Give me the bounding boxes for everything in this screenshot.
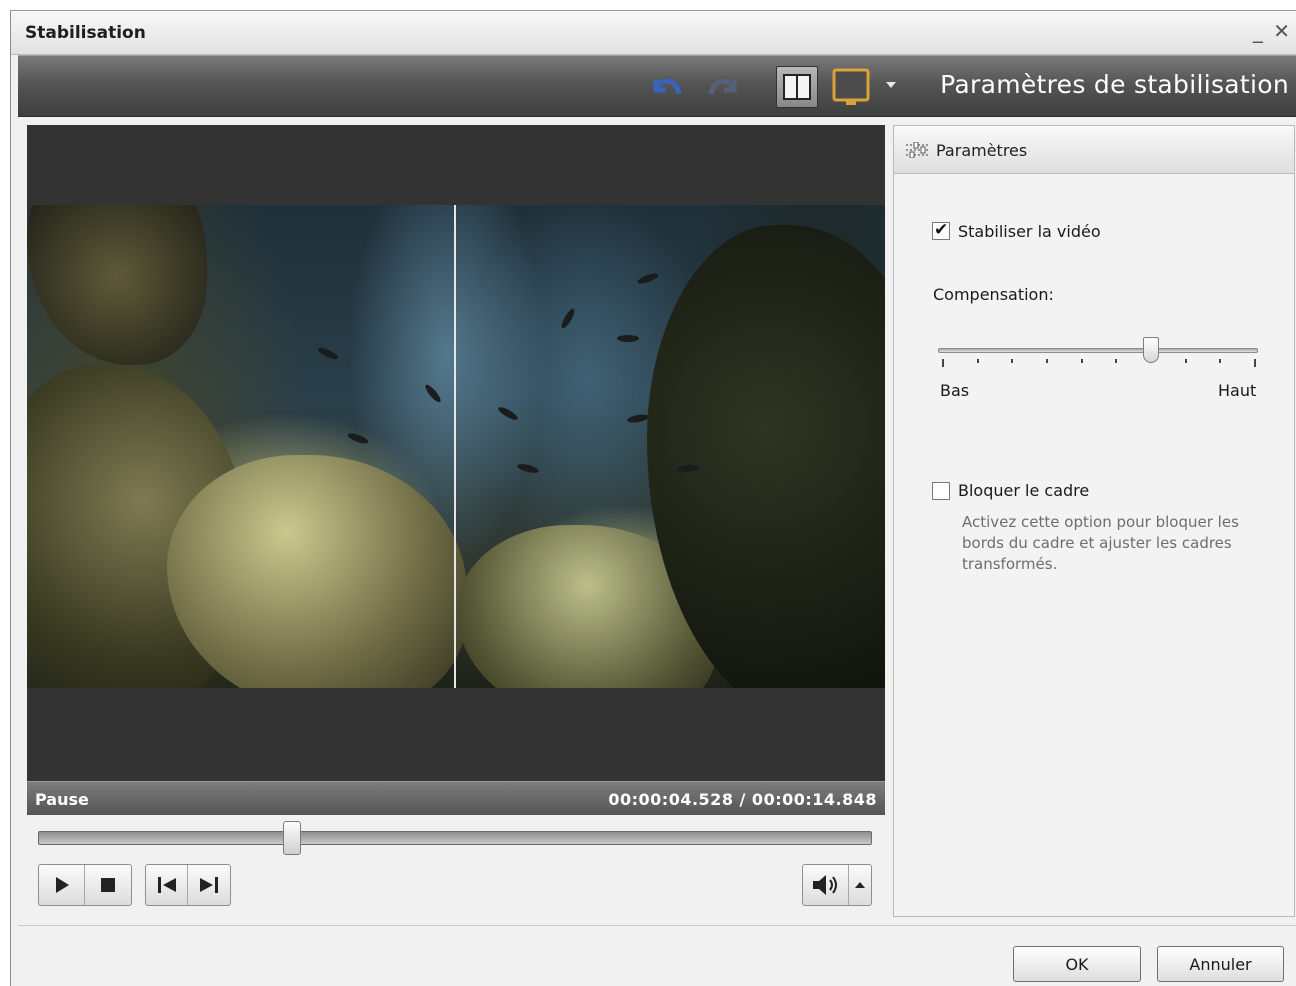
panel-header: Paramètres [894,126,1294,174]
monitor-button[interactable] [830,66,872,108]
stabilisation-dialog: Stabilisation _ ✕ Paramètres de stabilis… [10,10,1296,986]
footer-divider [18,925,1296,926]
sliders-icon [906,142,930,158]
stabilize-label: Stabiliser la vidéo [958,222,1101,241]
play-button[interactable] [39,865,85,905]
player-status-bar: Pause 00:00:04.528 / 00:00:14.848 [27,781,885,815]
toolbar-title: Paramètres de stabilisation [940,70,1289,99]
lock-frame-label: Bloquer le cadre [958,481,1090,500]
window-controls: _ ✕ [1253,19,1292,43]
compensation-tick [1011,359,1014,363]
playback-controls [38,864,132,906]
video-frame [27,205,885,688]
compensation-tick [1254,359,1256,367]
volume-button[interactable] [803,865,849,905]
frame-controls [145,864,231,906]
volume-icon [812,875,837,895]
panel-title: Paramètres [936,141,1028,160]
compensation-tick [942,359,944,367]
next-frame-button[interactable] [188,865,230,905]
checkmark-icon: ✔ [934,220,949,240]
chevron-down-icon[interactable] [886,82,896,88]
close-button[interactable]: ✕ [1273,19,1292,43]
volume-expand-button[interactable] [849,865,871,905]
volume-controls [802,864,872,906]
split-view-icon [783,74,811,100]
video-image [27,205,885,688]
compensation-slider[interactable] [938,348,1258,353]
previous-frame-icon [157,877,176,893]
toolbar: Paramètres de stabilisation [18,55,1296,117]
ok-button[interactable]: OK [1013,946,1141,982]
stop-icon [101,878,115,892]
window-title: Stabilisation [25,23,146,43]
previous-frame-button[interactable] [146,865,188,905]
compensation-label: Compensation: [933,285,1054,304]
split-view-button[interactable] [776,66,818,108]
redo-icon [708,78,737,95]
compensation-max-label: Haut [1218,381,1257,400]
settings-panel: Paramètres ✔ Stabiliser la vidéo Compens… [893,125,1295,917]
video-preview [27,125,885,805]
minimize-button[interactable]: _ [1253,19,1265,43]
play-icon [55,877,69,893]
compensation-tick [1080,359,1083,363]
seek-bar[interactable] [38,831,872,845]
lock-frame-checkbox[interactable] [932,482,950,500]
compensation-thumb[interactable] [1143,337,1160,363]
undo-button[interactable] [646,66,688,108]
compensation-tick [1115,359,1118,363]
compensation-tick [1046,359,1048,363]
cancel-button[interactable]: Annuler [1157,946,1284,982]
compensation-tick [1184,359,1187,363]
playback-time: 00:00:04.528 / 00:00:14.848 [608,790,877,809]
stop-button[interactable] [85,865,131,905]
undo-icon [653,78,682,95]
playback-status: Pause [35,790,89,809]
chevron-up-icon [855,882,865,888]
monitor-icon [832,68,870,105]
compensation-tick [976,359,979,363]
title-bar: Stabilisation _ ✕ [11,11,1296,55]
stabilize-checkbox[interactable]: ✔ [932,220,950,240]
lock-frame-description: Activez cette option pour bloquer les bo… [962,513,1239,573]
seek-thumb[interactable] [283,821,302,855]
compensation-tick [1219,359,1222,363]
next-frame-icon [200,877,218,893]
comparison-divider[interactable] [454,205,456,688]
redo-button[interactable] [702,66,744,108]
compensation-min-label: Bas [940,381,970,400]
